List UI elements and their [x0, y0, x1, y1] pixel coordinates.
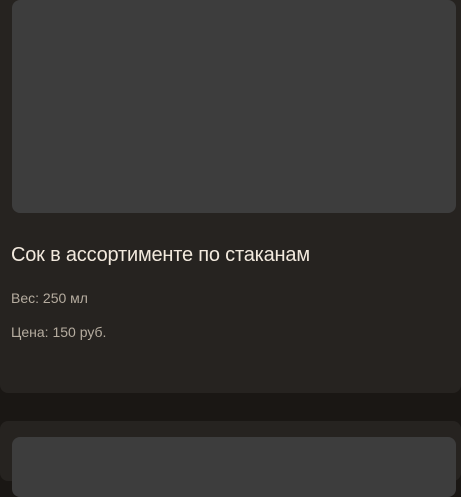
product-weight: Вес: 250 мл — [11, 290, 88, 306]
product-price: Цена: 150 руб. — [11, 324, 107, 340]
product-image-placeholder — [12, 0, 456, 213]
next-product-image-placeholder — [12, 437, 456, 497]
product-title: Сок в ассортименте по стаканам — [11, 244, 310, 266]
next-product-card[interactable] — [0, 421, 461, 497]
